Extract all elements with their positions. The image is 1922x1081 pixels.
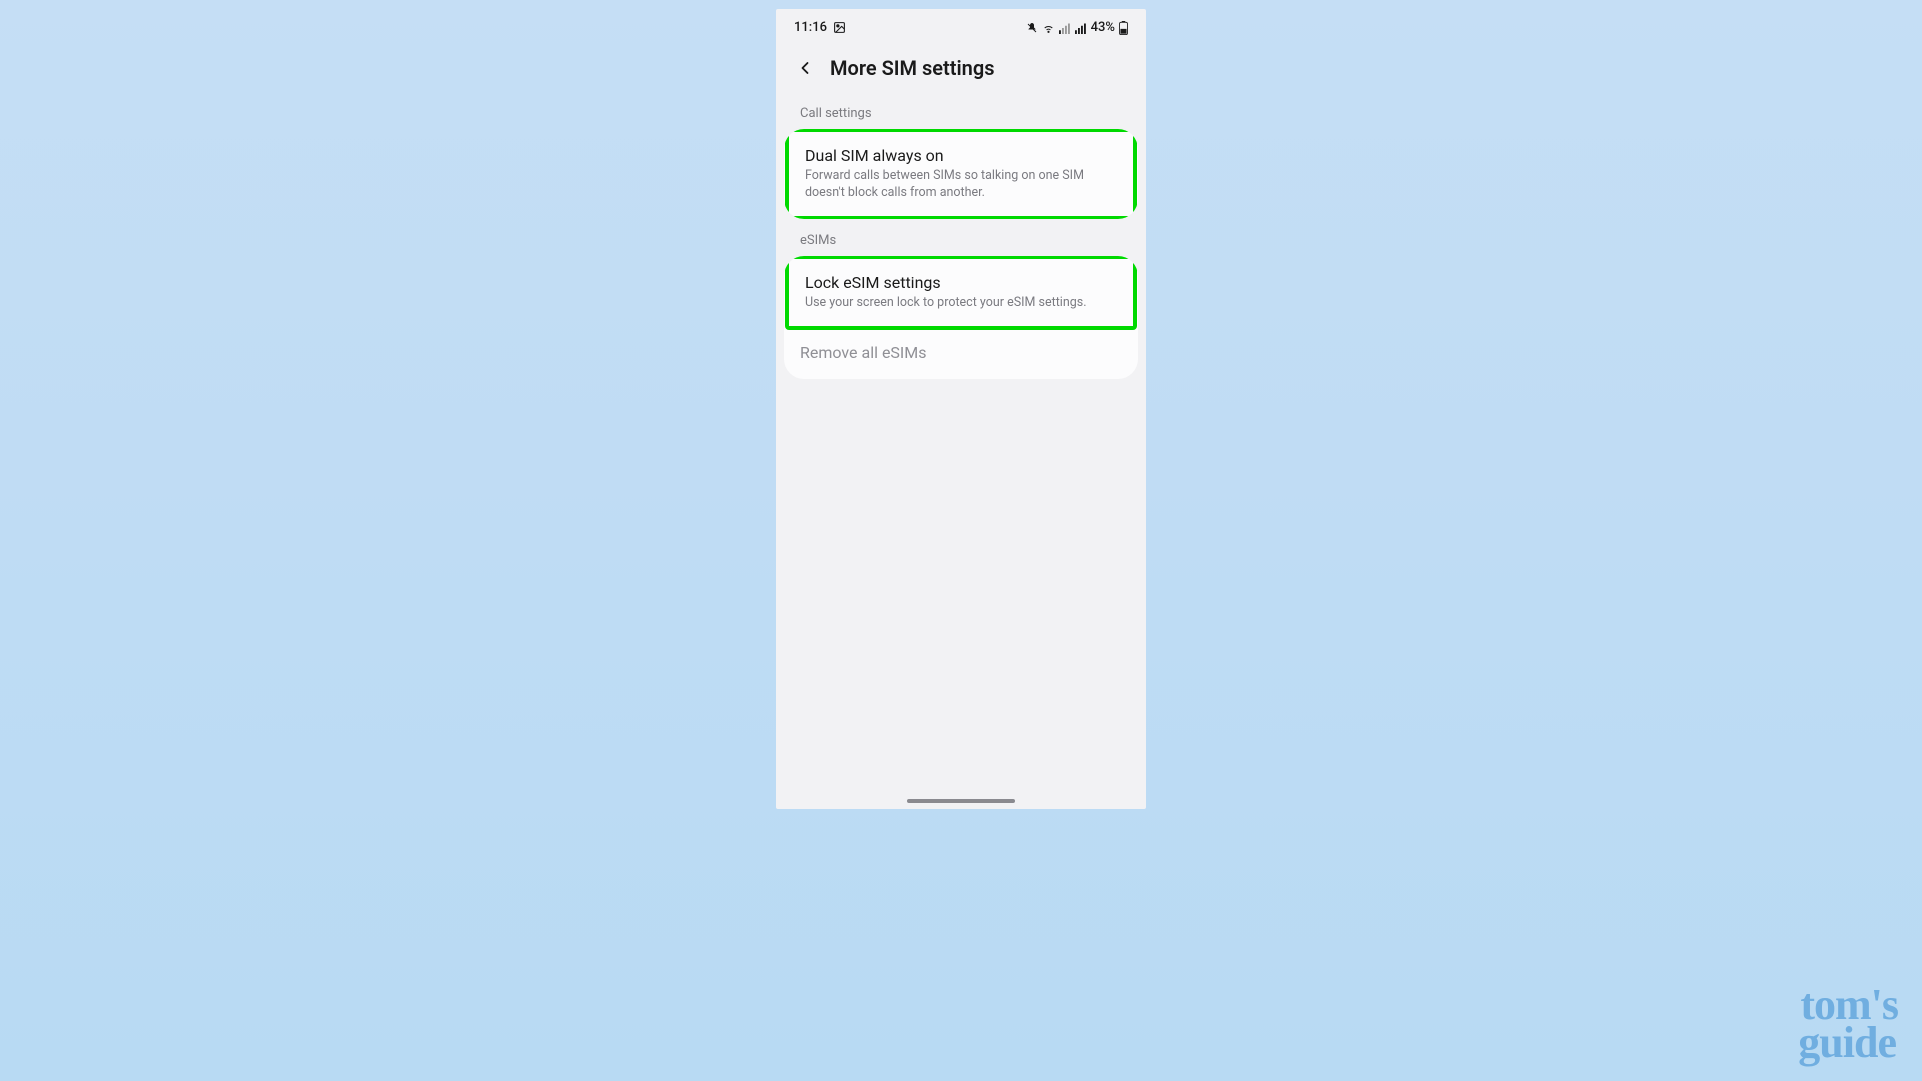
- settings-content: Call settings Dual SIM always on Forward…: [776, 102, 1146, 809]
- status-time: 11:16: [794, 20, 827, 35]
- signal-icon-1: [1059, 22, 1071, 34]
- section-label-esims: eSIMs: [776, 229, 1146, 256]
- setting-remove-all-esims[interactable]: Remove all eSIMs: [784, 329, 1138, 379]
- brand-line-2: guide: [1742, 1024, 1898, 1061]
- wifi-icon: [1042, 21, 1055, 34]
- esims-card: Lock eSIM settings Use your screen lock …: [784, 256, 1138, 379]
- image-indicator-icon: [833, 21, 846, 34]
- status-bar: 11:16 43%: [776, 9, 1146, 46]
- status-right: 43%: [1026, 20, 1128, 35]
- battery-text: 43%: [1091, 20, 1115, 35]
- battery-icon: [1119, 21, 1128, 35]
- setting-title: Lock eSIM settings: [805, 273, 1117, 292]
- setting-description: Use your screen lock to protect your eSI…: [805, 295, 1117, 312]
- back-button[interactable]: [794, 57, 816, 79]
- status-left: 11:16: [794, 20, 846, 35]
- signal-icon-2: [1075, 22, 1087, 34]
- setting-title: Remove all eSIMs: [800, 343, 1122, 362]
- chevron-left-icon: [795, 58, 815, 78]
- navigation-handle[interactable]: [907, 799, 1015, 803]
- page-title: More SIM settings: [830, 56, 995, 80]
- call-settings-card: Dual SIM always on Forward calls between…: [784, 129, 1138, 219]
- mute-icon: [1026, 22, 1038, 34]
- setting-title: Dual SIM always on: [805, 146, 1117, 165]
- phone-screenshot: 11:16 43% Mor: [776, 9, 1146, 809]
- page-header: More SIM settings: [776, 46, 1146, 102]
- setting-dual-sim-always-on[interactable]: Dual SIM always on Forward calls between…: [785, 129, 1137, 219]
- brand-watermark: tom's guide: [1742, 986, 1898, 1061]
- setting-lock-esim[interactable]: Lock eSIM settings Use your screen lock …: [785, 256, 1137, 330]
- setting-description: Forward calls between SIMs so talking on…: [805, 168, 1117, 202]
- section-label-call-settings: Call settings: [776, 102, 1146, 129]
